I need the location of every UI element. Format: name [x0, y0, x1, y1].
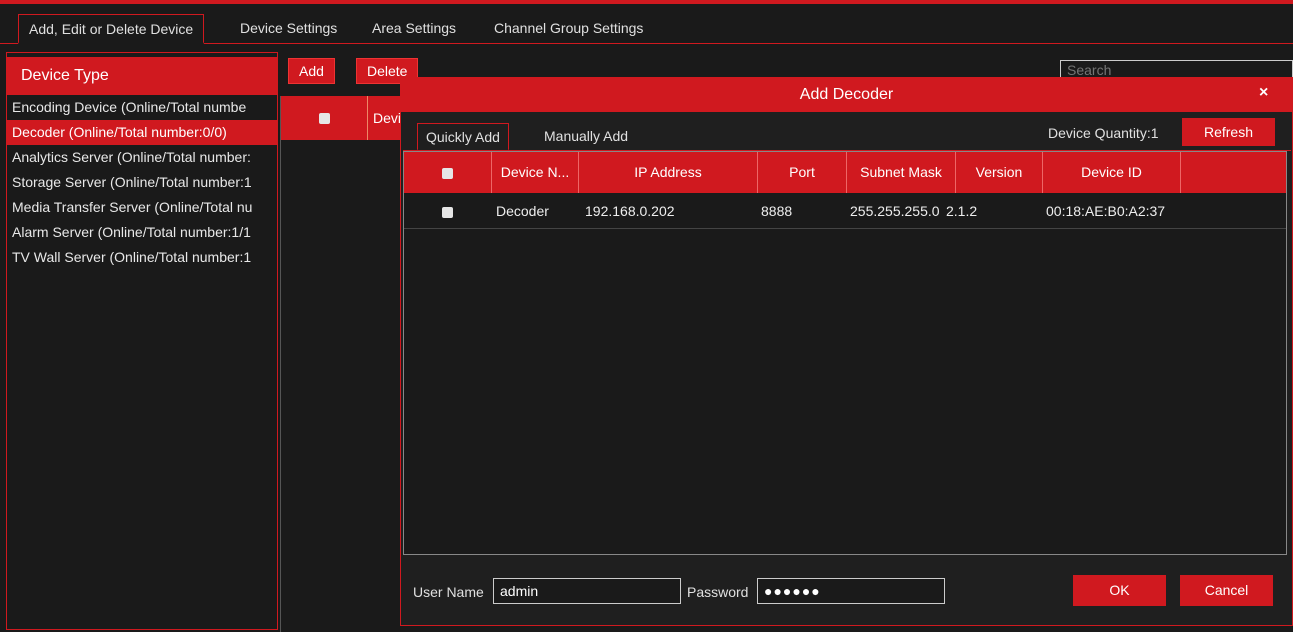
column-header-device-name[interactable]: Devi [373, 110, 403, 126]
decoder-table: Device N... IP Address Port Subnet Mask … [403, 151, 1287, 555]
sidebar-item-storage-server[interactable]: Storage Server (Online/Total number:1 [7, 170, 277, 195]
password-input[interactable] [757, 578, 945, 604]
row-subnet-mask: 255.255.255.0 [850, 203, 940, 219]
sidebar-item-encoding-device[interactable]: Encoding Device (Online/Total numbe [7, 95, 277, 120]
row-device-id: 00:18:AE:B0:A2:37 [1046, 203, 1166, 219]
tab-manually-add[interactable]: Manually Add [536, 123, 636, 151]
row-version: 2.1.2 [946, 203, 978, 219]
column-header-ip-address[interactable]: IP Address [579, 152, 758, 193]
tab-quickly-add[interactable]: Quickly Add [417, 123, 509, 151]
ok-button[interactable]: OK [1073, 575, 1166, 606]
sidebar-item-decoder[interactable]: Decoder (Online/Total number:0/0) [7, 120, 277, 145]
dialog-titlebar: Add Decoder × [401, 78, 1292, 112]
device-type-header: Device Type [7, 57, 277, 95]
column-divider [367, 96, 368, 140]
dialog-title: Add Decoder [799, 86, 894, 103]
add-button[interactable]: Add [288, 58, 335, 84]
close-icon[interactable]: × [1259, 84, 1268, 102]
refresh-button[interactable]: Refresh [1182, 118, 1275, 146]
password-label: Password [687, 584, 749, 600]
username-input[interactable] [493, 578, 681, 604]
device-type-list: Encoding Device (Online/Total numbe Deco… [7, 95, 277, 270]
device-quantity-label: Device Quantity:1 [1048, 125, 1159, 141]
tab-channel-group-settings[interactable]: Channel Group Settings [484, 14, 653, 44]
app-window: Add, Edit or Delete Device Device Settin… [0, 0, 1293, 632]
device-type-panel: Device Type Encoding Device (Online/Tota… [6, 52, 278, 630]
username-label: User Name [413, 584, 484, 600]
select-all-checkbox[interactable] [442, 167, 453, 179]
column-header-device-id[interactable]: Device ID [1043, 152, 1181, 193]
column-header-port[interactable]: Port [758, 152, 847, 193]
column-header-device-name[interactable]: Device N... [492, 152, 579, 193]
row-checkbox[interactable] [442, 193, 453, 229]
row-port: 8888 [761, 203, 793, 219]
column-header-subnet-mask[interactable]: Subnet Mask [847, 152, 956, 193]
select-all-header[interactable] [404, 152, 492, 193]
add-decoder-dialog: Add Decoder × Quickly Add Manually Add D… [400, 77, 1293, 626]
column-header-version[interactable]: Version [956, 152, 1043, 193]
decoder-table-header: Device N... IP Address Port Subnet Mask … [404, 152, 1286, 193]
tab-device-settings[interactable]: Device Settings [230, 14, 347, 44]
sidebar-item-analytics-server[interactable]: Analytics Server (Online/Total number: [7, 145, 277, 170]
sidebar-item-tv-wall-server[interactable]: TV Wall Server (Online/Total number:1 [7, 245, 277, 270]
table-row[interactable]: Decoder 192.168.0.202 8888 255.255.255.0… [404, 193, 1286, 229]
tab-area-settings[interactable]: Area Settings [362, 14, 466, 44]
top-tab-bar: Add, Edit or Delete Device Device Settin… [0, 4, 1293, 44]
row-device-name: Decoder [496, 203, 549, 219]
row-ip-address: 192.168.0.202 [585, 203, 675, 219]
cancel-button[interactable]: Cancel [1180, 575, 1273, 606]
sidebar-item-alarm-server[interactable]: Alarm Server (Online/Total number:1/1 [7, 220, 277, 245]
sidebar-item-media-transfer-server[interactable]: Media Transfer Server (Online/Total nu [7, 195, 277, 220]
select-all-checkbox[interactable] [319, 113, 330, 124]
tab-add-edit-delete-device[interactable]: Add, Edit or Delete Device [18, 14, 205, 44]
